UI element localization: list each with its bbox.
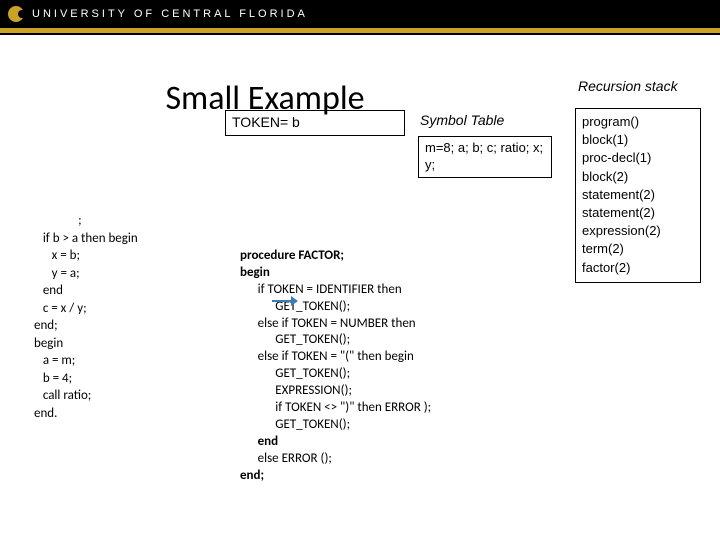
- token-box: TOKEN= b: [225, 110, 405, 136]
- ucf-logo: [8, 6, 24, 22]
- stack-item: statement(2): [582, 186, 694, 204]
- slide-content: Small Example TOKEN= b Symbol Table m=8;…: [0, 60, 720, 131]
- pointer-arrow-icon: [272, 296, 298, 306]
- stack-item: block(2): [582, 168, 694, 186]
- black-divider: [0, 33, 720, 35]
- code-line: GET_TOKEN();: [240, 332, 350, 347]
- stack-item: block(1): [582, 131, 694, 149]
- recursion-stack-label: Recursion stack: [578, 78, 678, 94]
- procedure-factor-code: procedure FACTOR; begin if TOKEN = IDENT…: [240, 248, 431, 484]
- code-line: if TOKEN <> ")" then ERROR );: [240, 400, 431, 415]
- recursion-stack-box: program() block(1) proc-decl(1) block(2)…: [575, 108, 701, 283]
- symbol-table-box: m=8; a; b; c; ratio; x; y;: [418, 136, 552, 178]
- code-line: procedure FACTOR;: [240, 248, 344, 263]
- stack-item: expression(2): [582, 222, 694, 240]
- code-line: GET_TOKEN();: [240, 417, 350, 432]
- code-line: EXPRESSION();: [240, 383, 352, 398]
- stack-item: statement(2): [582, 204, 694, 222]
- stack-item: proc-decl(1): [582, 149, 694, 167]
- code-line: end: [240, 434, 278, 449]
- code-line: else if TOKEN = "(" then begin: [240, 349, 414, 364]
- code-line: else ERROR ();: [240, 451, 332, 466]
- symbol-table-label: Symbol Table: [420, 112, 504, 128]
- org-name: UNIVERSITY OF CENTRAL FLORIDA: [32, 8, 308, 20]
- stack-item: program(): [582, 113, 694, 131]
- code-line: GET_TOKEN();: [240, 366, 350, 381]
- code-line: begin: [240, 265, 270, 280]
- code-line: end;: [240, 468, 264, 483]
- code-line: if TOKEN = IDENTIFIER then: [240, 282, 402, 297]
- stack-item: factor(2): [582, 259, 694, 277]
- header-bar: UNIVERSITY OF CENTRAL FLORIDA: [0, 0, 720, 28]
- source-code-left: ; if b > a then begin x = b; y = a; end …: [34, 212, 138, 423]
- stack-item: term(2): [582, 240, 694, 258]
- code-line: else if TOKEN = NUMBER then: [240, 316, 416, 331]
